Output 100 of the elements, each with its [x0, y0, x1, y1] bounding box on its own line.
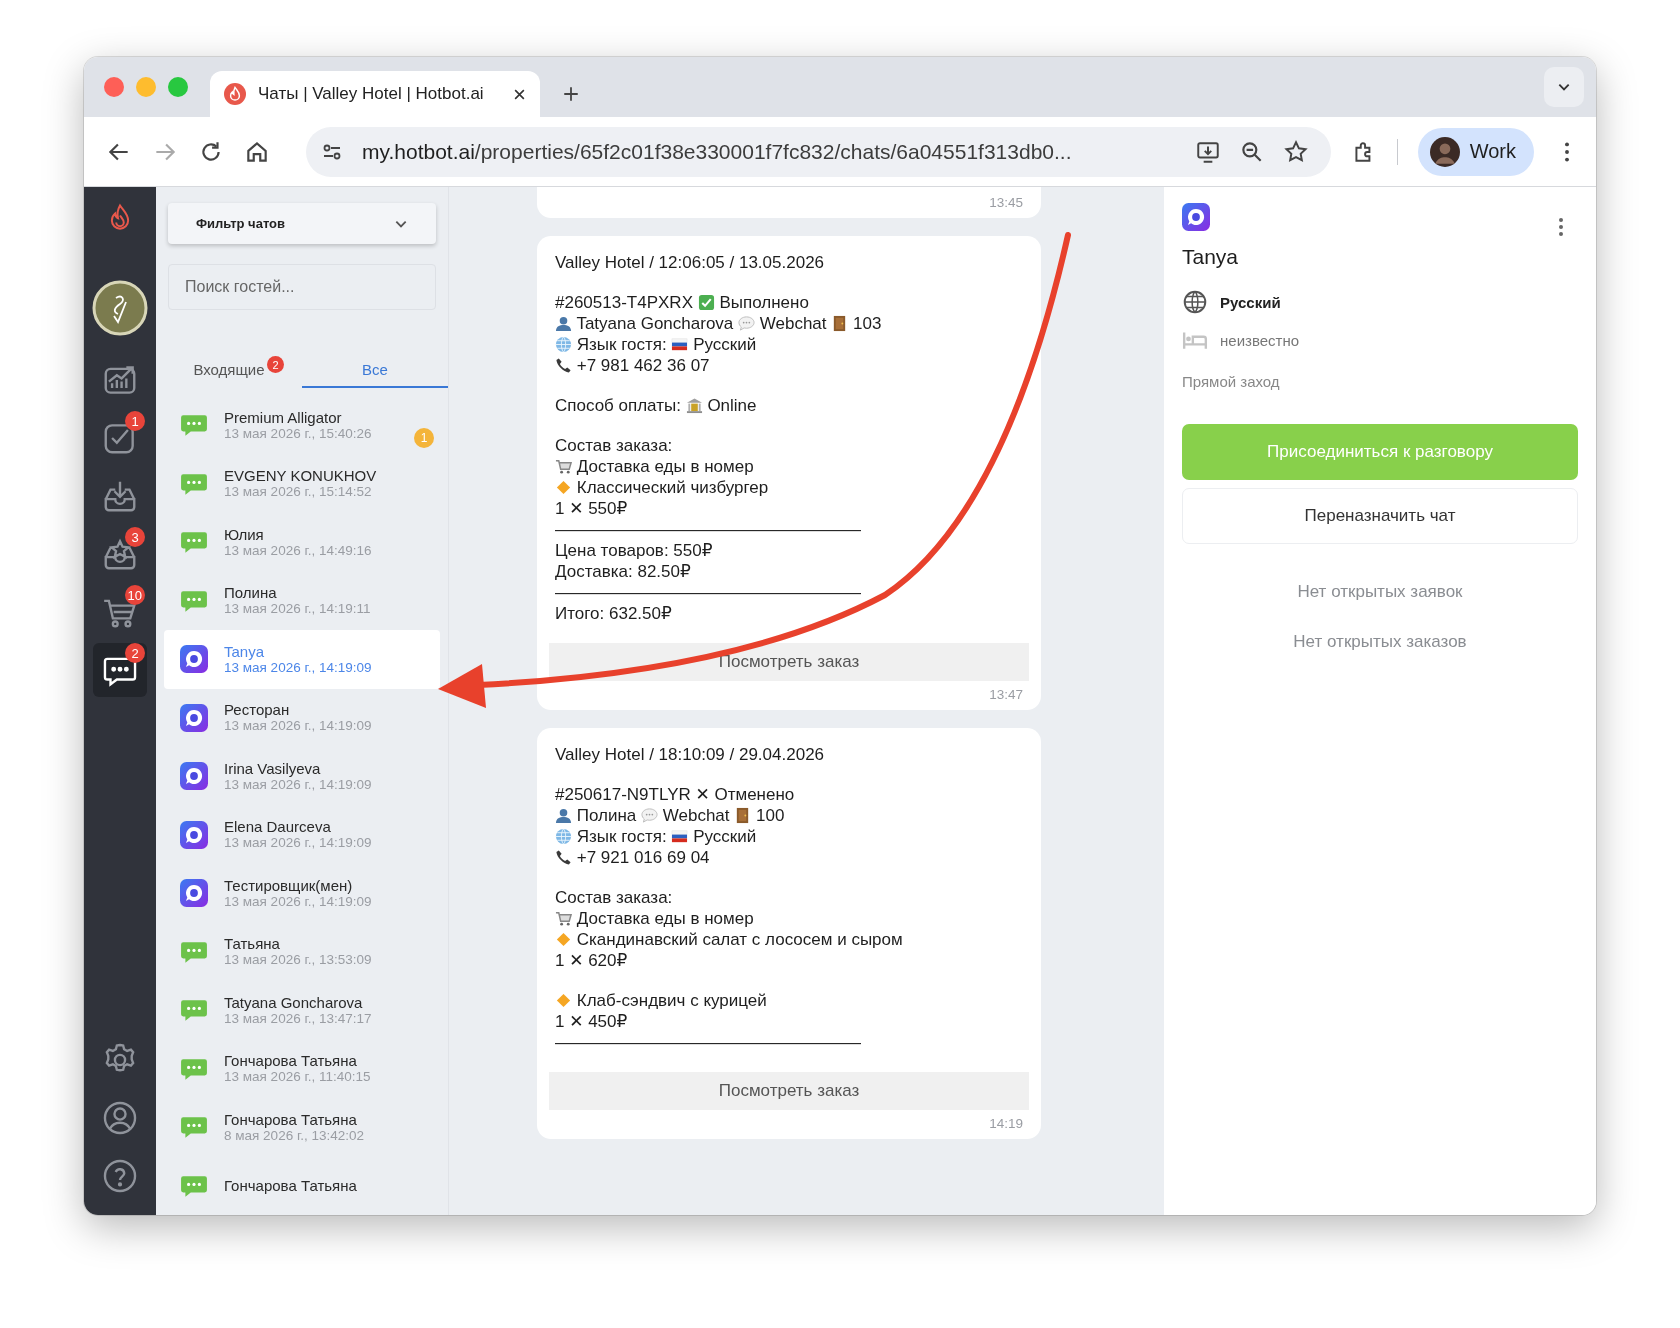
- chat-list-item[interactable]: EVGENY KONUKHOV 13 мая 2026 г., 15:14:52: [164, 454, 440, 513]
- address-bar[interactable]: my.hotbot.ai/properties/65f2c01f38e330001f7fc832/chats/6a04551f313db0...: [306, 126, 1331, 177]
- message-text: Доставка: 82.50₽: [555, 561, 691, 582]
- chat-list-item[interactable]: Тестировщик(мен) 13 мая 2026 г., 14:19:09: [164, 864, 440, 923]
- chat-list-item[interactable]: Полина 13 мая 2026 г., 14:19:11: [164, 571, 440, 630]
- nav-item[interactable]: 3: [93, 527, 147, 581]
- message-text: Выполнено: [718, 292, 809, 313]
- globe-icon: [555, 828, 572, 845]
- chat-date: 13 мая 2026 г., 11:40:15: [224, 1069, 371, 1086]
- message-text: Русский: [692, 826, 757, 847]
- messenger-app-icon: [180, 879, 208, 908]
- chat-list-item[interactable]: Tanya 13 мая 2026 г., 14:19:09: [164, 630, 440, 689]
- flag-icon: [671, 828, 689, 845]
- message-text: #260513-T4PXRX: [555, 292, 694, 313]
- messenger-app-icon: [180, 820, 208, 849]
- chat-list-item[interactable]: Гончарова Татьяна 8 мая 2026 г., 13:42:02: [164, 1098, 440, 1157]
- shopping-cart-icon: [555, 458, 572, 475]
- guest-language: Русский: [1220, 293, 1281, 311]
- message-text: Способ оплаты:: [555, 395, 682, 416]
- check-icon: [697, 294, 715, 311]
- shopping-cart-icon: [555, 910, 572, 927]
- guest-name: Irina Vasilyeva: [224, 759, 322, 777]
- speech-bubble-icon: [641, 807, 658, 824]
- phone-icon: [555, 849, 572, 866]
- chat-date: 13 мая 2026 г., 14:19:09: [224, 893, 372, 910]
- reassign-chat-button[interactable]: Переназначить чат: [1182, 488, 1578, 544]
- chat-list-item[interactable]: Elena Daurceva 13 мая 2026 г., 14:19:09: [164, 805, 440, 864]
- message-text: Русский: [692, 334, 757, 355]
- profile-button[interactable]: Work: [1417, 127, 1534, 176]
- message-text: Доставка еды в номер: [575, 908, 754, 929]
- chat-list-item[interactable]: Татьяна 13 мая 2026 г., 13:53:09: [164, 922, 440, 981]
- chat-list-item[interactable]: Гончарова Татьяна 13 мая 2026 г., 11:40:15: [164, 1039, 440, 1098]
- chat-date: 13 мая 2026 г., 14:19:09: [224, 835, 372, 852]
- chat-list-item[interactable]: Premium Alligator 13 мая 2026 г., 15:40:26 1: [164, 396, 440, 455]
- traffic-source: Прямой заход: [1182, 373, 1281, 390]
- phone-icon: [555, 357, 572, 374]
- chat-list-item[interactable]: Гончарова Татьяна: [164, 1156, 440, 1215]
- chat-list-item[interactable]: Tatyana Goncharova 13 мая 2026 г., 13:47:17: [164, 981, 440, 1040]
- chat-date: 8 мая 2026 г., 13:42:02: [224, 1127, 364, 1144]
- guest-name: Полина: [224, 584, 278, 602]
- diamond-icon: [555, 931, 572, 948]
- view-order-button[interactable]: Посмотреть заказ: [549, 643, 1029, 681]
- message-text: +7 981 462 36 07: [575, 355, 710, 376]
- nav-item[interactable]: 1: [93, 411, 147, 465]
- globe-icon: [555, 336, 572, 353]
- count-badge: 1: [125, 411, 145, 431]
- message-text: 1 ✕ 550₽: [555, 498, 628, 519]
- guest-name: Юлия: [224, 525, 265, 543]
- message-text: +7 921 016 69 04: [575, 847, 710, 868]
- guest-search-field[interactable]: Поиск гостей...: [168, 264, 436, 311]
- chat-date: 13 мая 2026 г., 14:19:09: [224, 776, 372, 793]
- message-text: 1 ✕ 450₽: [555, 1011, 628, 1032]
- message-text: ——————————————————: [555, 1032, 861, 1053]
- chat-date: 13 мая 2026 г., 14:49:16: [224, 542, 372, 559]
- count-badge: 10: [124, 585, 145, 605]
- messenger-app-icon: [1182, 203, 1210, 231]
- view-order-button[interactable]: Посмотреть заказ: [549, 1072, 1029, 1110]
- browser-tab[interactable]: Чаты | Valley Hotel | Hotbot.ai: [210, 71, 540, 117]
- nav-item[interactable]: 2: [93, 643, 147, 697]
- chat-date: 13 мая 2026 г., 15:40:26: [224, 425, 372, 442]
- message-text: Состав заказа:: [555, 887, 673, 908]
- message-time: 13:45: [988, 195, 1023, 210]
- url-host: my.hotbot.ai: [362, 139, 475, 163]
- message-text: ——————————————————: [555, 519, 861, 540]
- message-text: Webchat: [661, 805, 731, 826]
- chat-list-item[interactable]: Юлия 13 мая 2026 г., 14:49:16: [164, 513, 440, 572]
- chat-list-item[interactable]: Ресторан 13 мая 2026 г., 14:19:09: [164, 688, 440, 747]
- message-text: Webchat: [758, 313, 828, 334]
- chat-date: 13 мая 2026 г., 14:19:09: [224, 659, 372, 676]
- nav-item[interactable]: 10: [93, 585, 147, 639]
- close-icon[interactable]: [513, 87, 526, 101]
- message-text: Клаб-сэндвич с курицей: [575, 990, 767, 1011]
- message-header: Valley Hotel / 18:10:09 / 29.04.2026: [555, 744, 826, 765]
- bookmark-star-icon[interactable]: [1282, 138, 1309, 165]
- message-text: ——————————————————: [555, 582, 861, 603]
- empty-state-text: Нет открытых заявок: [1296, 582, 1464, 602]
- bank-icon: [685, 397, 703, 414]
- message-text: Online: [706, 395, 757, 416]
- chat-list-item[interactable]: Irina Vasilyeva 13 мая 2026 г., 14:19:09: [164, 747, 440, 806]
- new-tab-icon[interactable]: [562, 85, 580, 103]
- hotel-avatar[interactable]: [92, 280, 148, 336]
- chat-date: 13 мая 2026 г., 14:19:11: [224, 601, 371, 618]
- guest-name: Premium Alligator: [224, 408, 343, 426]
- avatar-icon: [1429, 136, 1460, 167]
- message-time: 13:47: [988, 687, 1023, 702]
- chat-tab[interactable]: Входящие 2: [156, 352, 302, 388]
- messenger-app-icon: [180, 762, 208, 791]
- message-text: Полина: [575, 805, 638, 826]
- speech-bubble-icon: [738, 315, 755, 332]
- chat-filter-dropdown[interactable]: Фильтр чатов: [168, 203, 436, 245]
- user-icon[interactable]: [101, 1099, 139, 1137]
- unread-badge: 1: [414, 428, 434, 448]
- more-options-icon[interactable]: [1558, 217, 1564, 237]
- guest-name: Гончарова Татьяна: [224, 1052, 358, 1070]
- help-icon[interactable]: [101, 1157, 139, 1195]
- chat-date: 13 мая 2026 г., 14:19:09: [224, 718, 372, 735]
- count-badge: 3: [125, 527, 145, 547]
- chat-date: 13 мая 2026 г., 15:14:52: [224, 484, 373, 501]
- guest-name: Гончарова Татьяна: [224, 1110, 358, 1128]
- message-text: Доставка еды в номер: [575, 456, 754, 477]
